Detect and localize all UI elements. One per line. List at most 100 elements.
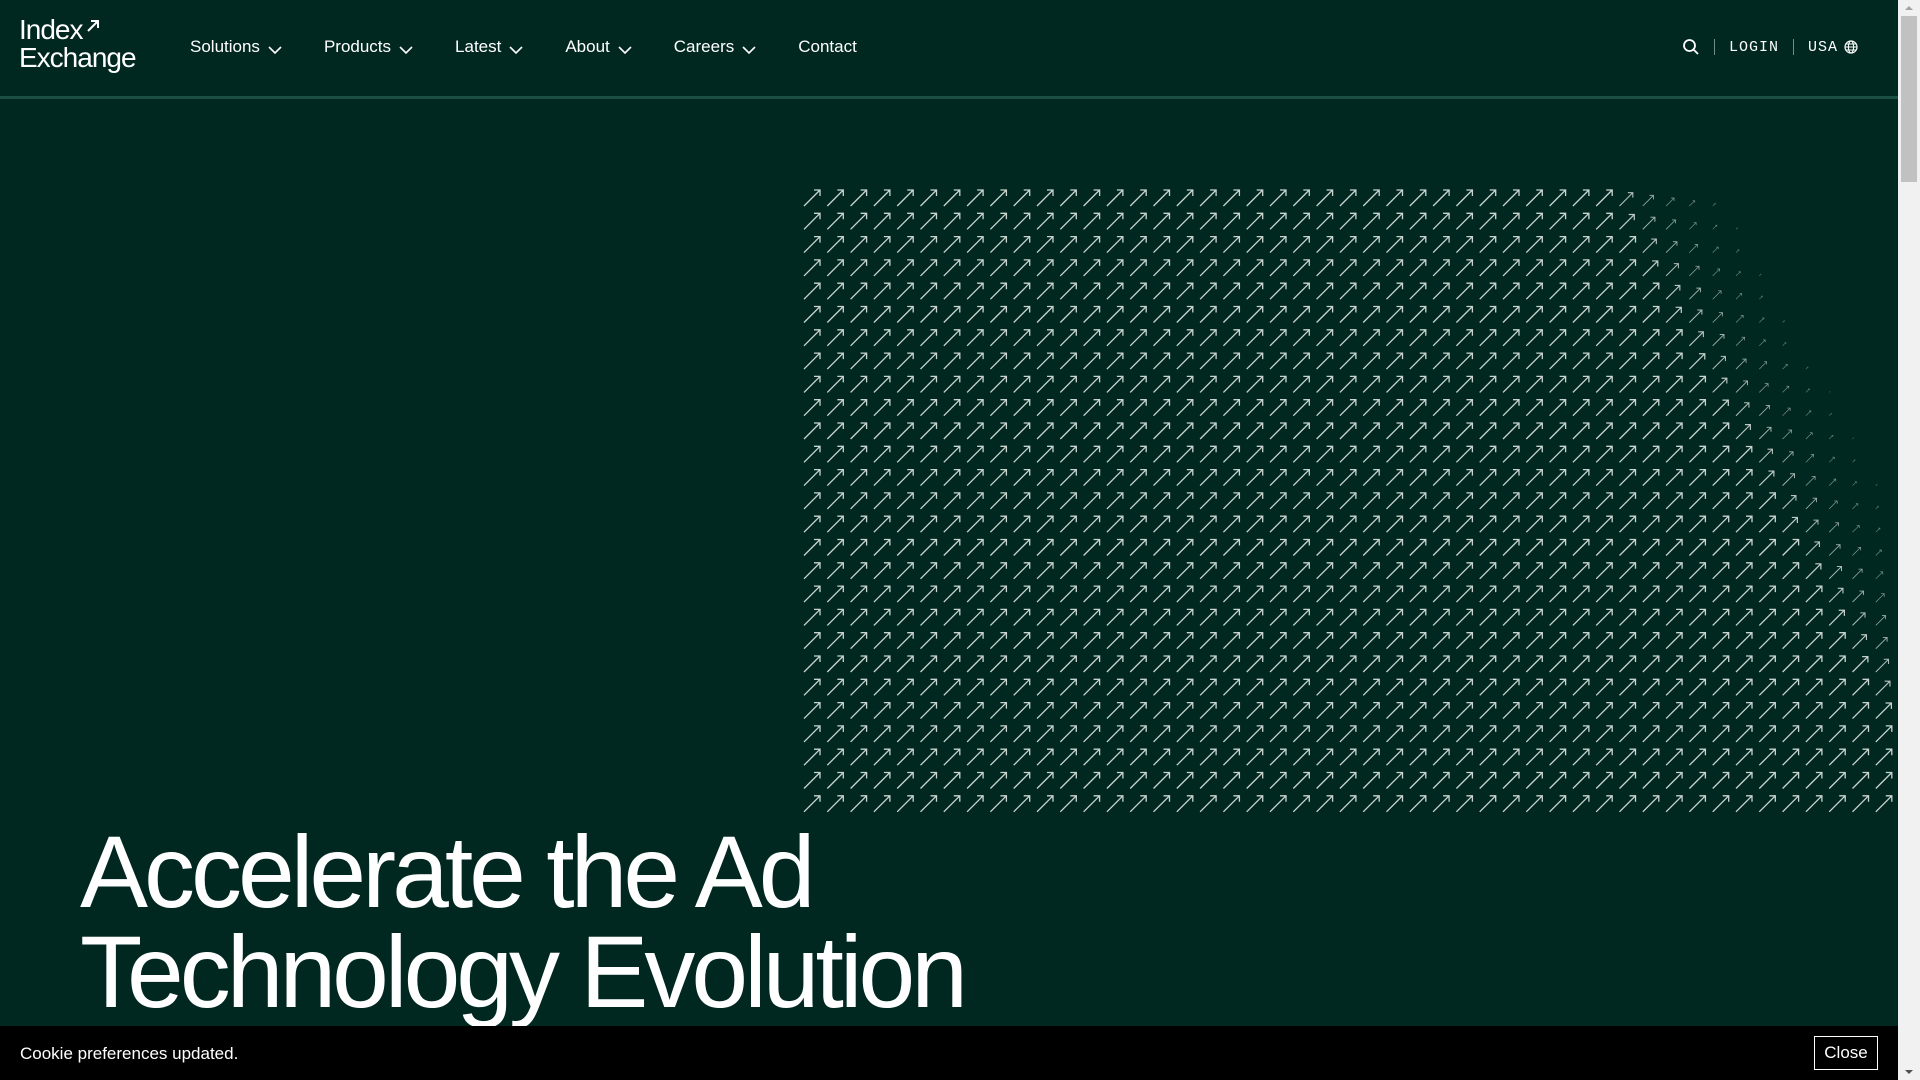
nav-item-about[interactable]: About bbox=[565, 36, 632, 58]
arrow-mark bbox=[850, 795, 868, 813]
arrow-mark bbox=[1759, 317, 1765, 323]
arrow-mark bbox=[1572, 655, 1590, 673]
arrow-mark bbox=[1222, 468, 1241, 487]
arrow-mark bbox=[943, 422, 961, 440]
nav-item-solutions[interactable]: Solutions bbox=[190, 36, 282, 58]
arrow-mark bbox=[1013, 771, 1031, 789]
arrow-mark bbox=[1199, 189, 1217, 207]
arrow-mark bbox=[1525, 259, 1543, 277]
arrow-mark bbox=[1712, 377, 1728, 393]
arrow-mark bbox=[1386, 701, 1404, 720]
arrow-mark bbox=[1106, 678, 1124, 696]
nav-item-careers[interactable]: Careers bbox=[674, 36, 756, 58]
arrow-mark bbox=[1502, 795, 1520, 813]
arrow-mark bbox=[1525, 305, 1543, 323]
arrow-mark bbox=[873, 538, 891, 556]
nav-item-latest[interactable]: Latest bbox=[455, 36, 523, 58]
arrow-mark bbox=[1852, 568, 1863, 580]
arrow-mark bbox=[1852, 590, 1865, 603]
arrow-mark bbox=[1362, 445, 1380, 463]
arrow-mark bbox=[966, 189, 984, 207]
login-link[interactable]: LOGIN bbox=[1729, 39, 1779, 56]
arrow-mark bbox=[1549, 212, 1567, 230]
arrow-mark bbox=[873, 562, 891, 580]
arrow-mark bbox=[1269, 422, 1287, 440]
arrow-mark bbox=[1269, 701, 1287, 720]
arrow-mark bbox=[826, 399, 844, 417]
arrow-mark bbox=[1852, 725, 1870, 743]
search-icon[interactable] bbox=[1682, 38, 1700, 56]
arrow-mark bbox=[1059, 492, 1077, 510]
arrow-mark bbox=[966, 515, 984, 533]
arrow-mark bbox=[1246, 189, 1264, 207]
arrow-mark bbox=[1549, 771, 1567, 789]
scrollbar[interactable] bbox=[1898, 0, 1920, 1080]
chevron-down-icon bbox=[268, 46, 282, 55]
arrow-mark bbox=[1316, 352, 1334, 370]
arrow-mark bbox=[1129, 422, 1147, 440]
arrow-mark bbox=[1572, 468, 1590, 487]
arrow-mark bbox=[943, 352, 961, 370]
scroll-thumb[interactable] bbox=[1901, 16, 1917, 182]
arrow-mark bbox=[1386, 562, 1404, 580]
arrow-mark bbox=[1316, 375, 1334, 393]
arrow-mark bbox=[850, 305, 868, 323]
arrow-mark bbox=[1222, 189, 1241, 207]
arrow-mark bbox=[1129, 445, 1147, 463]
arrow-mark bbox=[1432, 678, 1450, 696]
arrow-mark bbox=[943, 189, 961, 207]
scroll-down-arrow-icon[interactable] bbox=[1898, 1064, 1920, 1080]
arrow-mark bbox=[1153, 399, 1171, 417]
arrow-mark bbox=[1595, 608, 1613, 626]
arrow-mark bbox=[1106, 445, 1124, 463]
close-button[interactable]: Close bbox=[1814, 1036, 1878, 1070]
scroll-up-arrow-icon[interactable] bbox=[1898, 0, 1920, 16]
arrow-mark bbox=[1409, 212, 1427, 230]
arrow-mark bbox=[826, 655, 844, 673]
arrow-mark bbox=[1432, 235, 1450, 254]
arrow-mark bbox=[1013, 725, 1031, 743]
arrow-mark bbox=[1129, 632, 1147, 650]
arrow-mark bbox=[1828, 478, 1837, 486]
arrow-mark bbox=[966, 259, 984, 277]
arrow-mark bbox=[1852, 678, 1870, 696]
arrow-mark bbox=[873, 771, 891, 789]
arrow-mark bbox=[1129, 189, 1147, 207]
arrow-mark bbox=[873, 632, 891, 650]
nav-item-contact[interactable]: Contact bbox=[798, 36, 857, 58]
arrow-mark bbox=[1176, 562, 1194, 580]
arrow-mark bbox=[1153, 678, 1171, 696]
arrow-mark bbox=[1176, 329, 1194, 347]
arrow-mark bbox=[850, 632, 868, 650]
arrow-mark bbox=[1013, 422, 1031, 440]
arrow-mark bbox=[1176, 445, 1194, 463]
arrow-mark bbox=[1199, 562, 1217, 580]
arrow-mark bbox=[1059, 515, 1077, 533]
arrow-mark bbox=[1339, 189, 1357, 207]
arrow-pattern-group bbox=[803, 189, 1893, 813]
arrow-mark bbox=[1642, 771, 1660, 789]
arrow-mark bbox=[1572, 538, 1590, 556]
arrow-mark bbox=[1455, 259, 1474, 277]
arrow-mark bbox=[1642, 216, 1656, 230]
arrow-mark bbox=[1805, 563, 1822, 580]
arrow-mark bbox=[1759, 383, 1769, 393]
arrow-mark bbox=[1455, 725, 1474, 743]
region-selector[interactable]: USA bbox=[1808, 39, 1858, 56]
arrow-mark bbox=[1246, 422, 1264, 440]
arrow-mark bbox=[896, 212, 914, 230]
arrow-mark bbox=[1292, 748, 1310, 766]
arrow-mark bbox=[1362, 725, 1380, 743]
nav-item-products[interactable]: Products bbox=[324, 36, 413, 58]
arrow-mark bbox=[1572, 492, 1590, 510]
arrow-mark bbox=[1479, 608, 1497, 626]
arrow-mark bbox=[1292, 445, 1310, 463]
arrow-mark bbox=[826, 608, 844, 626]
arrow-mark bbox=[1036, 212, 1054, 230]
arrow-mark bbox=[1688, 422, 1707, 440]
arrow-mark bbox=[1316, 235, 1334, 254]
arrow-mark bbox=[1758, 655, 1776, 673]
index-exchange-logo[interactable]: Index Exchange bbox=[19, 16, 137, 72]
arrow-mark bbox=[1036, 585, 1054, 603]
arrow-mark bbox=[1013, 678, 1031, 696]
